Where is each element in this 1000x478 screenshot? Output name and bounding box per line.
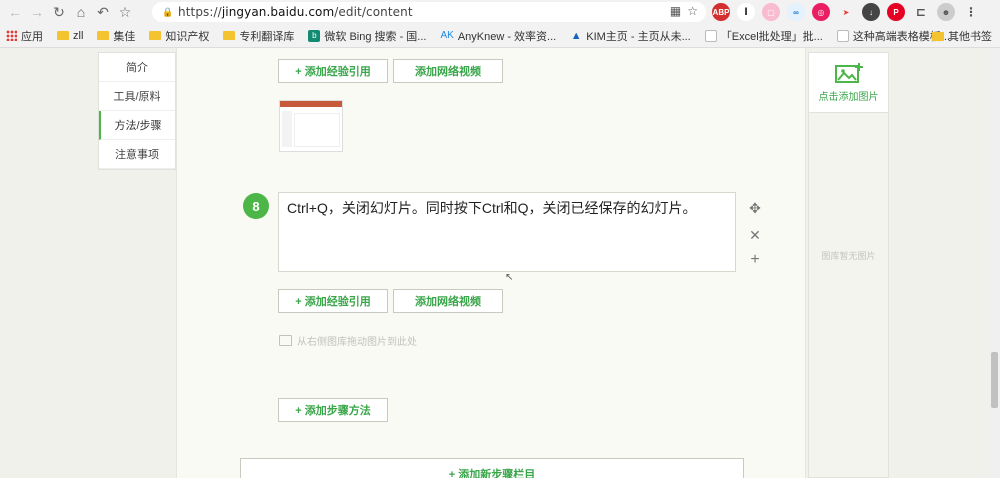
page-scrollbar[interactable]	[989, 48, 1000, 478]
add-picture-label: 点击添加图片	[818, 92, 879, 103]
add-image-icon	[834, 63, 863, 83]
download-icon[interactable]: ↓	[862, 3, 880, 21]
pinterest-icon[interactable]: P	[887, 3, 905, 21]
image-icon	[279, 335, 292, 346]
bookmark-anyknew[interactable]: AK AnyKnew - 效率资...	[440, 28, 556, 44]
bookmark-apps[interactable]: 应用	[6, 28, 43, 44]
plus-icon[interactable]: +	[748, 251, 762, 268]
menu-icon[interactable]: ⋮	[962, 3, 980, 21]
folder-icon	[932, 31, 944, 41]
bookmark-bing[interactable]: b 微软 Bing 搜索 - 国...	[308, 28, 426, 44]
home-icon[interactable]: ⌂	[70, 1, 92, 23]
bing-icon: b	[308, 29, 321, 42]
reload-icon[interactable]: ↻	[48, 1, 70, 23]
bookmark-folder[interactable]: 专利翻译库	[223, 28, 294, 44]
lock-icon: 🔒	[162, 7, 174, 17]
folder-icon	[57, 31, 69, 40]
apps-grid-icon	[6, 30, 17, 41]
add-web-video-button[interactable]: 添加网络视频	[393, 59, 503, 83]
extension-icon[interactable]: ∞	[787, 3, 805, 21]
add-step-method-button[interactable]: + 添加步骤方法	[278, 398, 388, 422]
step-text-field[interactable]: Ctrl+Q，关闭幻灯片。同时按下Ctrl和Q，关闭已经保存的幻灯片。	[278, 192, 736, 272]
step-image-thumbnail[interactable]	[279, 100, 343, 152]
scrollbar-thumb[interactable]	[991, 352, 998, 408]
nav-item-notes[interactable]: 注意事项	[99, 140, 175, 169]
page-icon	[704, 29, 717, 42]
step-number-badge: 8	[243, 193, 269, 219]
section-nav: 简介 工具/原料 方法/步骤 注意事项	[98, 52, 176, 170]
bookmark-folder[interactable]: 集佳	[97, 28, 135, 44]
url-text: https://jingyan.baidu.com/edit/content	[178, 5, 413, 19]
bookmark-star-icon[interactable]: ☆	[687, 4, 698, 18]
nav-item-steps[interactable]: 方法/步骤	[99, 111, 175, 140]
qr-code-icon[interactable]: ▦	[670, 4, 681, 18]
image-library-panel: 点击添加图片 图库暂无图片	[808, 52, 889, 478]
folder-icon	[149, 31, 162, 40]
undo-icon[interactable]: ↶	[92, 1, 114, 23]
star-icon[interactable]: ☆	[114, 1, 136, 23]
close-icon[interactable]: ✕	[748, 227, 762, 243]
add-web-video-button[interactable]: 添加网络视频	[393, 289, 503, 313]
bookmark-folder[interactable]: 知识产权	[149, 28, 209, 44]
extension-icon[interactable]: ▢	[762, 3, 780, 21]
drag-image-hint: 从右侧图库拖动图片到此处	[279, 333, 417, 348]
extension-icon[interactable]: ➤	[837, 3, 855, 21]
bookmarks-bar: 应用 zll 集佳 知识产权 专利翻译库 b 微软 Bing 搜索 - 国... …	[0, 24, 1000, 48]
page-icon	[836, 29, 849, 42]
anyknew-icon: AK	[440, 30, 454, 41]
adblock-icon[interactable]: ABP	[712, 3, 730, 21]
editor-area: + 添加经验引用 添加网络视频 8 Ctrl+Q，关闭幻灯片。同时按下Ctrl和…	[176, 48, 806, 478]
bookmark-kim[interactable]: ▲ KIM主页 - 主页从未...	[570, 28, 691, 44]
text-cursor-icon[interactable]: I	[737, 3, 755, 21]
bookmark-folder[interactable]: zll	[57, 30, 83, 42]
add-experience-ref-button[interactable]: + 添加经验引用	[278, 289, 388, 313]
browser-toolbar: ← → ↻ ⌂ ↶ ☆ 🔒 https://jingyan.baidu.com/…	[0, 0, 1000, 24]
forward-arrow-icon[interactable]: →	[26, 1, 48, 23]
address-bar[interactable]: 🔒 https://jingyan.baidu.com/edit/content…	[152, 2, 706, 22]
library-empty-text: 图库暂无图片	[821, 251, 876, 261]
profile-icon[interactable]: ☻	[937, 3, 955, 21]
nav-item-intro[interactable]: 简介	[99, 53, 175, 82]
crop-icon[interactable]: ⊏	[912, 3, 930, 21]
folder-icon	[97, 31, 110, 40]
back-arrow-icon[interactable]: ←	[4, 1, 26, 23]
add-experience-ref-button[interactable]: + 添加经验引用	[278, 59, 388, 83]
add-new-section-button[interactable]: + 添加新步骤栏目	[240, 458, 744, 478]
add-picture-button[interactable]: 点击添加图片	[809, 53, 888, 113]
bookmark-page[interactable]: 「Excel批处理」批...	[704, 28, 823, 44]
folder-icon	[223, 31, 236, 40]
kim-icon: ▲	[570, 29, 582, 42]
extension-icon[interactable]: ◎	[812, 3, 830, 21]
move-icon[interactable]: ✥	[748, 200, 762, 216]
nav-item-tools[interactable]: 工具/原料	[99, 82, 175, 111]
mouse-cursor-icon: ↖	[505, 272, 514, 283]
other-bookmarks[interactable]: 其他书签	[932, 24, 992, 48]
